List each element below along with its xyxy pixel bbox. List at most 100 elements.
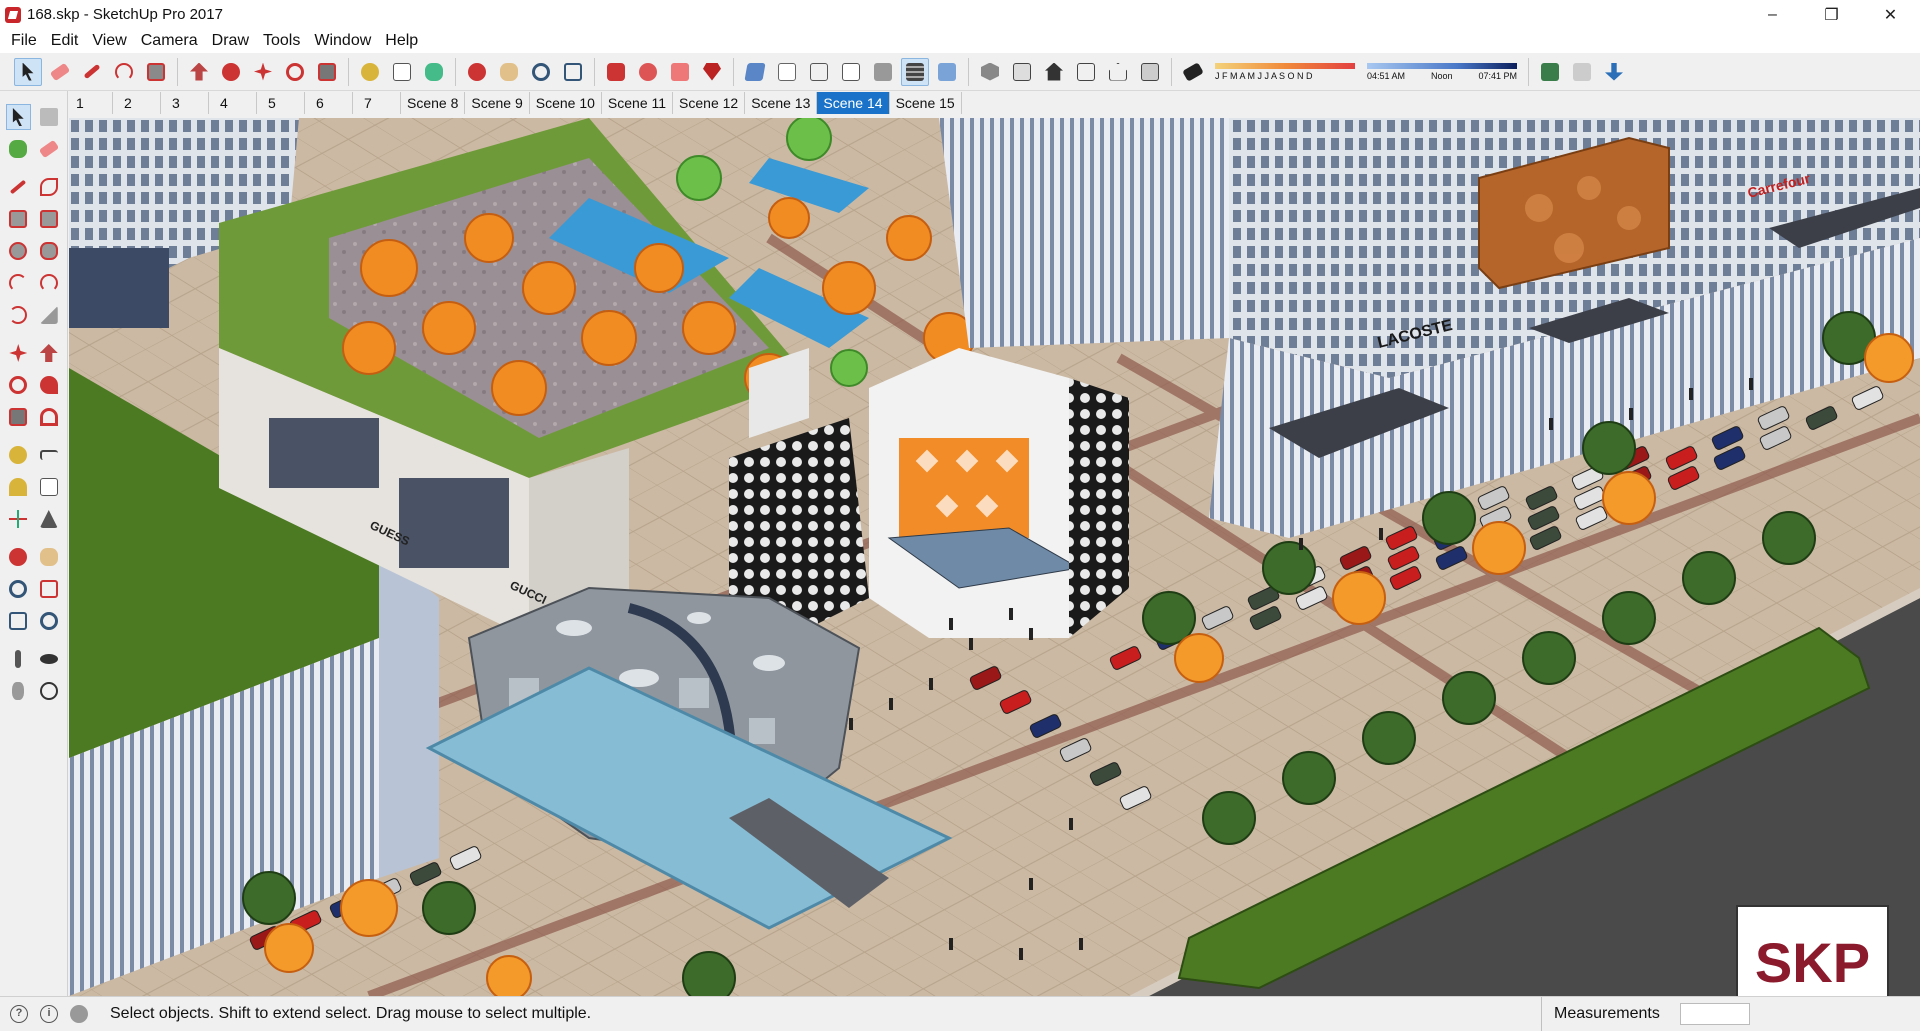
- right-view-icon[interactable]: [1072, 58, 1100, 86]
- rotated-rectangle-icon[interactable]: [37, 206, 62, 232]
- scene-tab[interactable]: Scene 10: [530, 92, 602, 114]
- zoom-icon[interactable]: [6, 576, 31, 602]
- menu-view[interactable]: View: [85, 32, 133, 50]
- share-model-icon[interactable]: [666, 58, 694, 86]
- arc-icon[interactable]: [110, 58, 138, 86]
- move-icon[interactable]: [249, 58, 277, 86]
- tape-measure-icon[interactable]: [6, 442, 31, 468]
- extension-warehouse-icon[interactable]: [634, 58, 662, 86]
- circle-icon[interactable]: [6, 238, 31, 264]
- 3d-text-icon[interactable]: [37, 506, 62, 532]
- minimize-icon[interactable]: –: [1743, 0, 1802, 29]
- protractor-icon[interactable]: [6, 474, 31, 500]
- position-camera-icon[interactable]: [6, 646, 31, 672]
- restore-icon[interactable]: ❐: [1802, 0, 1861, 29]
- scene-tab[interactable]: Scene 15: [890, 92, 962, 114]
- text-icon[interactable]: [37, 474, 62, 500]
- rotate-icon[interactable]: [281, 58, 309, 86]
- rectangle-icon[interactable]: [142, 58, 170, 86]
- text-icon[interactable]: [388, 58, 416, 86]
- close-icon[interactable]: ✕: [1861, 0, 1920, 29]
- front-view-icon[interactable]: [1040, 58, 1068, 86]
- orbit-icon[interactable]: [6, 544, 31, 570]
- pencil-icon[interactable]: [78, 58, 106, 86]
- pan-icon[interactable]: [495, 58, 523, 86]
- arc-icon[interactable]: [6, 270, 31, 296]
- info-icon[interactable]: i: [40, 1004, 58, 1023]
- scene-tab[interactable]: 3: [161, 92, 209, 114]
- menu-edit[interactable]: Edit: [44, 32, 86, 50]
- shaded-icon[interactable]: [869, 58, 897, 86]
- menu-file[interactable]: File: [4, 32, 44, 50]
- previous-view-icon[interactable]: [37, 608, 62, 634]
- pencil-icon[interactable]: [6, 174, 31, 200]
- menu-tools[interactable]: Tools: [256, 32, 307, 50]
- zoom-window-icon[interactable]: [37, 576, 62, 602]
- rotate-icon[interactable]: [6, 372, 31, 398]
- shadows-toggle-icon[interactable]: [1179, 58, 1207, 86]
- add-location-icon[interactable]: [1536, 58, 1564, 86]
- hidden-line-icon[interactable]: [837, 58, 865, 86]
- iso-view-icon[interactable]: [976, 58, 1004, 86]
- polygon-icon[interactable]: [37, 238, 62, 264]
- eraser-icon[interactable]: [37, 136, 62, 162]
- paint-bucket-icon[interactable]: [420, 58, 448, 86]
- scale-icon[interactable]: [6, 404, 31, 430]
- pie-icon[interactable]: [37, 302, 62, 328]
- xray-icon[interactable]: [741, 58, 769, 86]
- orbit-icon[interactable]: [463, 58, 491, 86]
- scene-tab[interactable]: 7: [353, 92, 401, 114]
- scene-tab[interactable]: Scene 8: [401, 92, 466, 114]
- move-icon[interactable]: [6, 340, 31, 366]
- scene-tab[interactable]: 6: [305, 92, 353, 114]
- left-view-icon[interactable]: [1136, 58, 1164, 86]
- zoom-extents-icon[interactable]: [559, 58, 587, 86]
- model-viewport[interactable]: LACOSTE Carrefour GUESS GUCCI: [69, 118, 1920, 996]
- scene-tab[interactable]: 1: [65, 92, 113, 114]
- shadow-time-slider[interactable]: 04:51 AM Noon 07:41 PM: [1367, 62, 1517, 81]
- wireframe-icon[interactable]: [805, 58, 833, 86]
- eraser-icon[interactable]: [46, 58, 74, 86]
- zoom-icon[interactable]: [527, 58, 555, 86]
- scene-tab[interactable]: Scene 9: [465, 92, 530, 114]
- walk-icon[interactable]: [6, 678, 31, 704]
- three-point-arc-icon[interactable]: [6, 302, 31, 328]
- zoom-extents-icon[interactable]: [6, 608, 31, 634]
- back-view-icon[interactable]: [1104, 58, 1132, 86]
- menu-camera[interactable]: Camera: [134, 32, 205, 50]
- push-pull-icon[interactable]: [37, 340, 62, 366]
- monochrome-icon[interactable]: [933, 58, 961, 86]
- scene-tab[interactable]: Scene 13: [745, 92, 818, 114]
- section-plane-icon[interactable]: [37, 678, 62, 704]
- select-tool-icon[interactable]: [14, 57, 42, 86]
- rectangle-icon[interactable]: [6, 206, 31, 232]
- scale-icon[interactable]: [313, 58, 341, 86]
- two-point-arc-icon[interactable]: [37, 270, 62, 296]
- dimension-icon[interactable]: [37, 442, 62, 468]
- make-component-icon[interactable]: [37, 104, 61, 130]
- menu-window[interactable]: Window: [307, 32, 378, 50]
- pan-icon[interactable]: [37, 544, 62, 570]
- geolocation-icon[interactable]: ?: [10, 1004, 28, 1023]
- freehand-icon[interactable]: [37, 174, 62, 200]
- follow-me-icon[interactable]: [37, 372, 62, 398]
- shaded-textures-icon[interactable]: [901, 57, 929, 86]
- shadow-month-slider[interactable]: J F M A M J J A S O N D: [1215, 62, 1355, 81]
- paint-bucket-icon[interactable]: [6, 136, 31, 162]
- warehouse-icon[interactable]: [602, 58, 630, 86]
- look-around-icon[interactable]: [37, 646, 62, 672]
- select-tool-icon[interactable]: [6, 104, 31, 130]
- scene-tab-selected[interactable]: Scene 14: [817, 92, 890, 114]
- user-icon[interactable]: [70, 1004, 88, 1023]
- tape-measure-icon[interactable]: [356, 58, 384, 86]
- offset-icon[interactable]: [37, 404, 62, 430]
- scene-tab[interactable]: Scene 12: [673, 92, 746, 114]
- axes-icon[interactable]: [6, 506, 31, 532]
- ruby-icon[interactable]: [698, 58, 726, 86]
- top-view-icon[interactable]: [1008, 58, 1036, 86]
- sandbox-icon[interactable]: [1600, 58, 1628, 86]
- scene-tab[interactable]: 5: [257, 92, 305, 114]
- toggle-terrain-icon[interactable]: [1568, 58, 1596, 86]
- menu-draw[interactable]: Draw: [205, 32, 256, 50]
- scene-tab[interactable]: 4: [209, 92, 257, 114]
